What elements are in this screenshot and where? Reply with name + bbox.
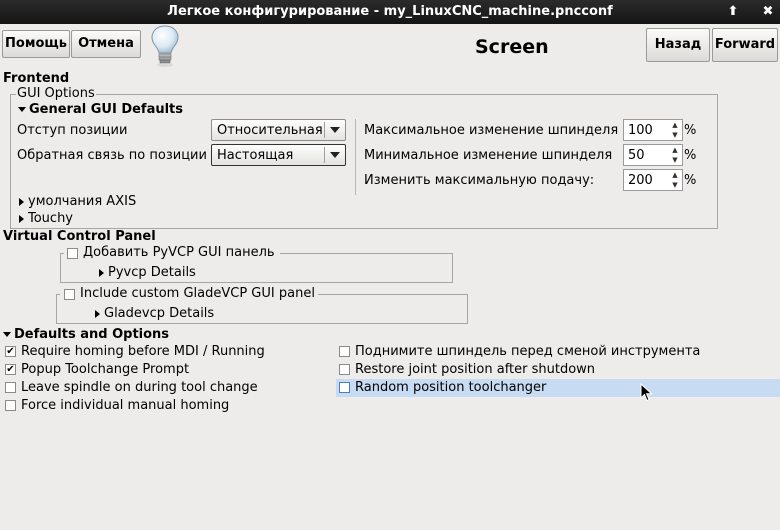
max-feed-override-spinner[interactable]: 200 ▲ ▼ <box>623 169 683 191</box>
random-toolchanger-label: Random position toolchanger <box>355 380 547 395</box>
spin-up-icon[interactable]: ▲ <box>670 120 680 130</box>
position-offset-label: Отступ позиции <box>17 123 128 138</box>
percent-label: % <box>684 148 697 163</box>
cancel-button[interactable]: Отмена <box>71 30 141 58</box>
back-button[interactable]: Назад <box>646 28 710 62</box>
expander-down-icon <box>18 107 26 112</box>
max-spindle-override-value: 100 <box>628 123 653 138</box>
touchy-label: Touchy <box>28 211 74 226</box>
leave-spindle-on-checkbox[interactable] <box>5 382 16 393</box>
help-button[interactable]: Помощь <box>2 30 70 58</box>
gui-options-label: GUI Options <box>16 86 96 101</box>
expander-right-icon <box>19 197 24 206</box>
lightbulb-icon <box>151 25 179 67</box>
pyvcp-details-expander[interactable]: Pyvcp Details <box>99 265 196 280</box>
popup-toolchange-label: Popup Toolchange Prompt <box>21 362 190 377</box>
gladevcp-checkbox[interactable] <box>64 289 75 300</box>
expander-right-icon <box>95 309 100 318</box>
touchy-expander[interactable]: Touchy <box>19 211 73 226</box>
pyvcp-details-label: Pyvcp Details <box>108 265 196 280</box>
position-feedback-combo[interactable]: Настоящая <box>211 144 346 166</box>
position-offset-value: Относительная <box>217 123 323 138</box>
spin-down-icon[interactable]: ▼ <box>670 155 680 165</box>
general-defaults-label: General GUI Defaults <box>29 102 184 117</box>
vcp-heading: Virtual Control Panel <box>3 229 156 244</box>
raise-spindle-checkbox[interactable] <box>339 346 350 357</box>
expander-right-icon <box>19 214 24 223</box>
random-toolchanger-checkbox[interactable] <box>339 382 350 393</box>
combo-separator <box>324 122 325 138</box>
percent-label: % <box>684 123 697 138</box>
combo-separator <box>324 147 325 163</box>
restore-joint-position-label: Restore joint position after shutdown <box>355 362 596 377</box>
frontend-heading: Frontend <box>3 71 70 86</box>
gladevcp-details-expander[interactable]: Gladevcp Details <box>95 306 214 321</box>
restore-joint-position-checkbox[interactable] <box>339 364 350 375</box>
page-title: Screen <box>475 36 549 58</box>
raise-spindle-label: Поднимите шпиндель перед сменой инструме… <box>355 344 701 359</box>
chevron-down-icon <box>330 152 340 158</box>
max-spindle-override-label: Максимальное изменение шпинделя <box>364 123 619 138</box>
defaults-heading-label: Defaults and Options <box>14 327 170 342</box>
axis-defaults-expander[interactable]: умолчания AXIS <box>19 194 136 209</box>
spin-down-icon[interactable]: ▼ <box>670 130 680 140</box>
chevron-down-icon <box>330 127 340 133</box>
toolbar: Помощь Отмена Screen Назад Forward <box>0 24 780 70</box>
mouse-cursor-icon <box>640 383 653 402</box>
spin-up-icon[interactable]: ▲ <box>670 145 680 155</box>
gladevcp-details-label: Gladevcp Details <box>104 306 215 321</box>
gladevcp-checkbox-label: Include custom GladeVCP GUI panel <box>80 286 315 301</box>
expander-down-icon <box>3 332 11 337</box>
defaults-heading[interactable]: Defaults and Options <box>3 327 169 342</box>
vertical-divider <box>355 119 356 195</box>
min-spindle-override-value: 50 <box>628 148 645 163</box>
max-feed-override-value: 200 <box>628 173 653 188</box>
up-arrow-icon[interactable]: ⬆ <box>724 3 742 21</box>
force-individual-homing-checkbox[interactable] <box>5 400 16 411</box>
require-homing-label: Require homing before MDI / Running <box>21 344 265 359</box>
spin-down-icon[interactable]: ▼ <box>670 180 680 190</box>
max-feed-override-label: Изменить максимальную подачу: <box>364 173 595 188</box>
window-title: Легкое конфигурирование - my_LinuxCNC_ma… <box>167 4 613 19</box>
percent-label: % <box>684 173 697 188</box>
min-spindle-override-label: Минимальное изменение шпинделя <box>364 148 613 163</box>
force-individual-homing-label: Force individual manual homing <box>21 398 230 413</box>
pyvcp-checkbox[interactable] <box>67 248 78 259</box>
min-spindle-override-spinner[interactable]: 50 ▲ ▼ <box>623 144 683 166</box>
position-offset-combo[interactable]: Относительная <box>211 119 346 141</box>
expander-right-icon <box>99 268 104 277</box>
forward-button[interactable]: Forward <box>712 28 778 62</box>
position-feedback-value: Настоящая <box>217 148 294 163</box>
position-feedback-label: Обратная связь по позиции <box>17 148 207 163</box>
spin-up-icon[interactable]: ▲ <box>670 170 680 180</box>
max-spindle-override-spinner[interactable]: 100 ▲ ▼ <box>623 119 683 141</box>
general-defaults-expander[interactable]: General GUI Defaults <box>18 102 183 117</box>
leave-spindle-on-label: Leave spindle on during tool change <box>21 380 258 395</box>
pyvcp-checkbox-label: Добавить PyVCP GUI панель <box>83 245 275 260</box>
window-titlebar: Легкое конфигурирование - my_LinuxCNC_ma… <box>0 0 780 24</box>
axis-defaults-label: умолчания AXIS <box>28 194 137 209</box>
close-icon[interactable]: ✖ <box>759 3 777 21</box>
popup-toolchange-checkbox[interactable]: ✔ <box>5 364 16 375</box>
require-homing-checkbox[interactable]: ✔ <box>5 346 16 357</box>
